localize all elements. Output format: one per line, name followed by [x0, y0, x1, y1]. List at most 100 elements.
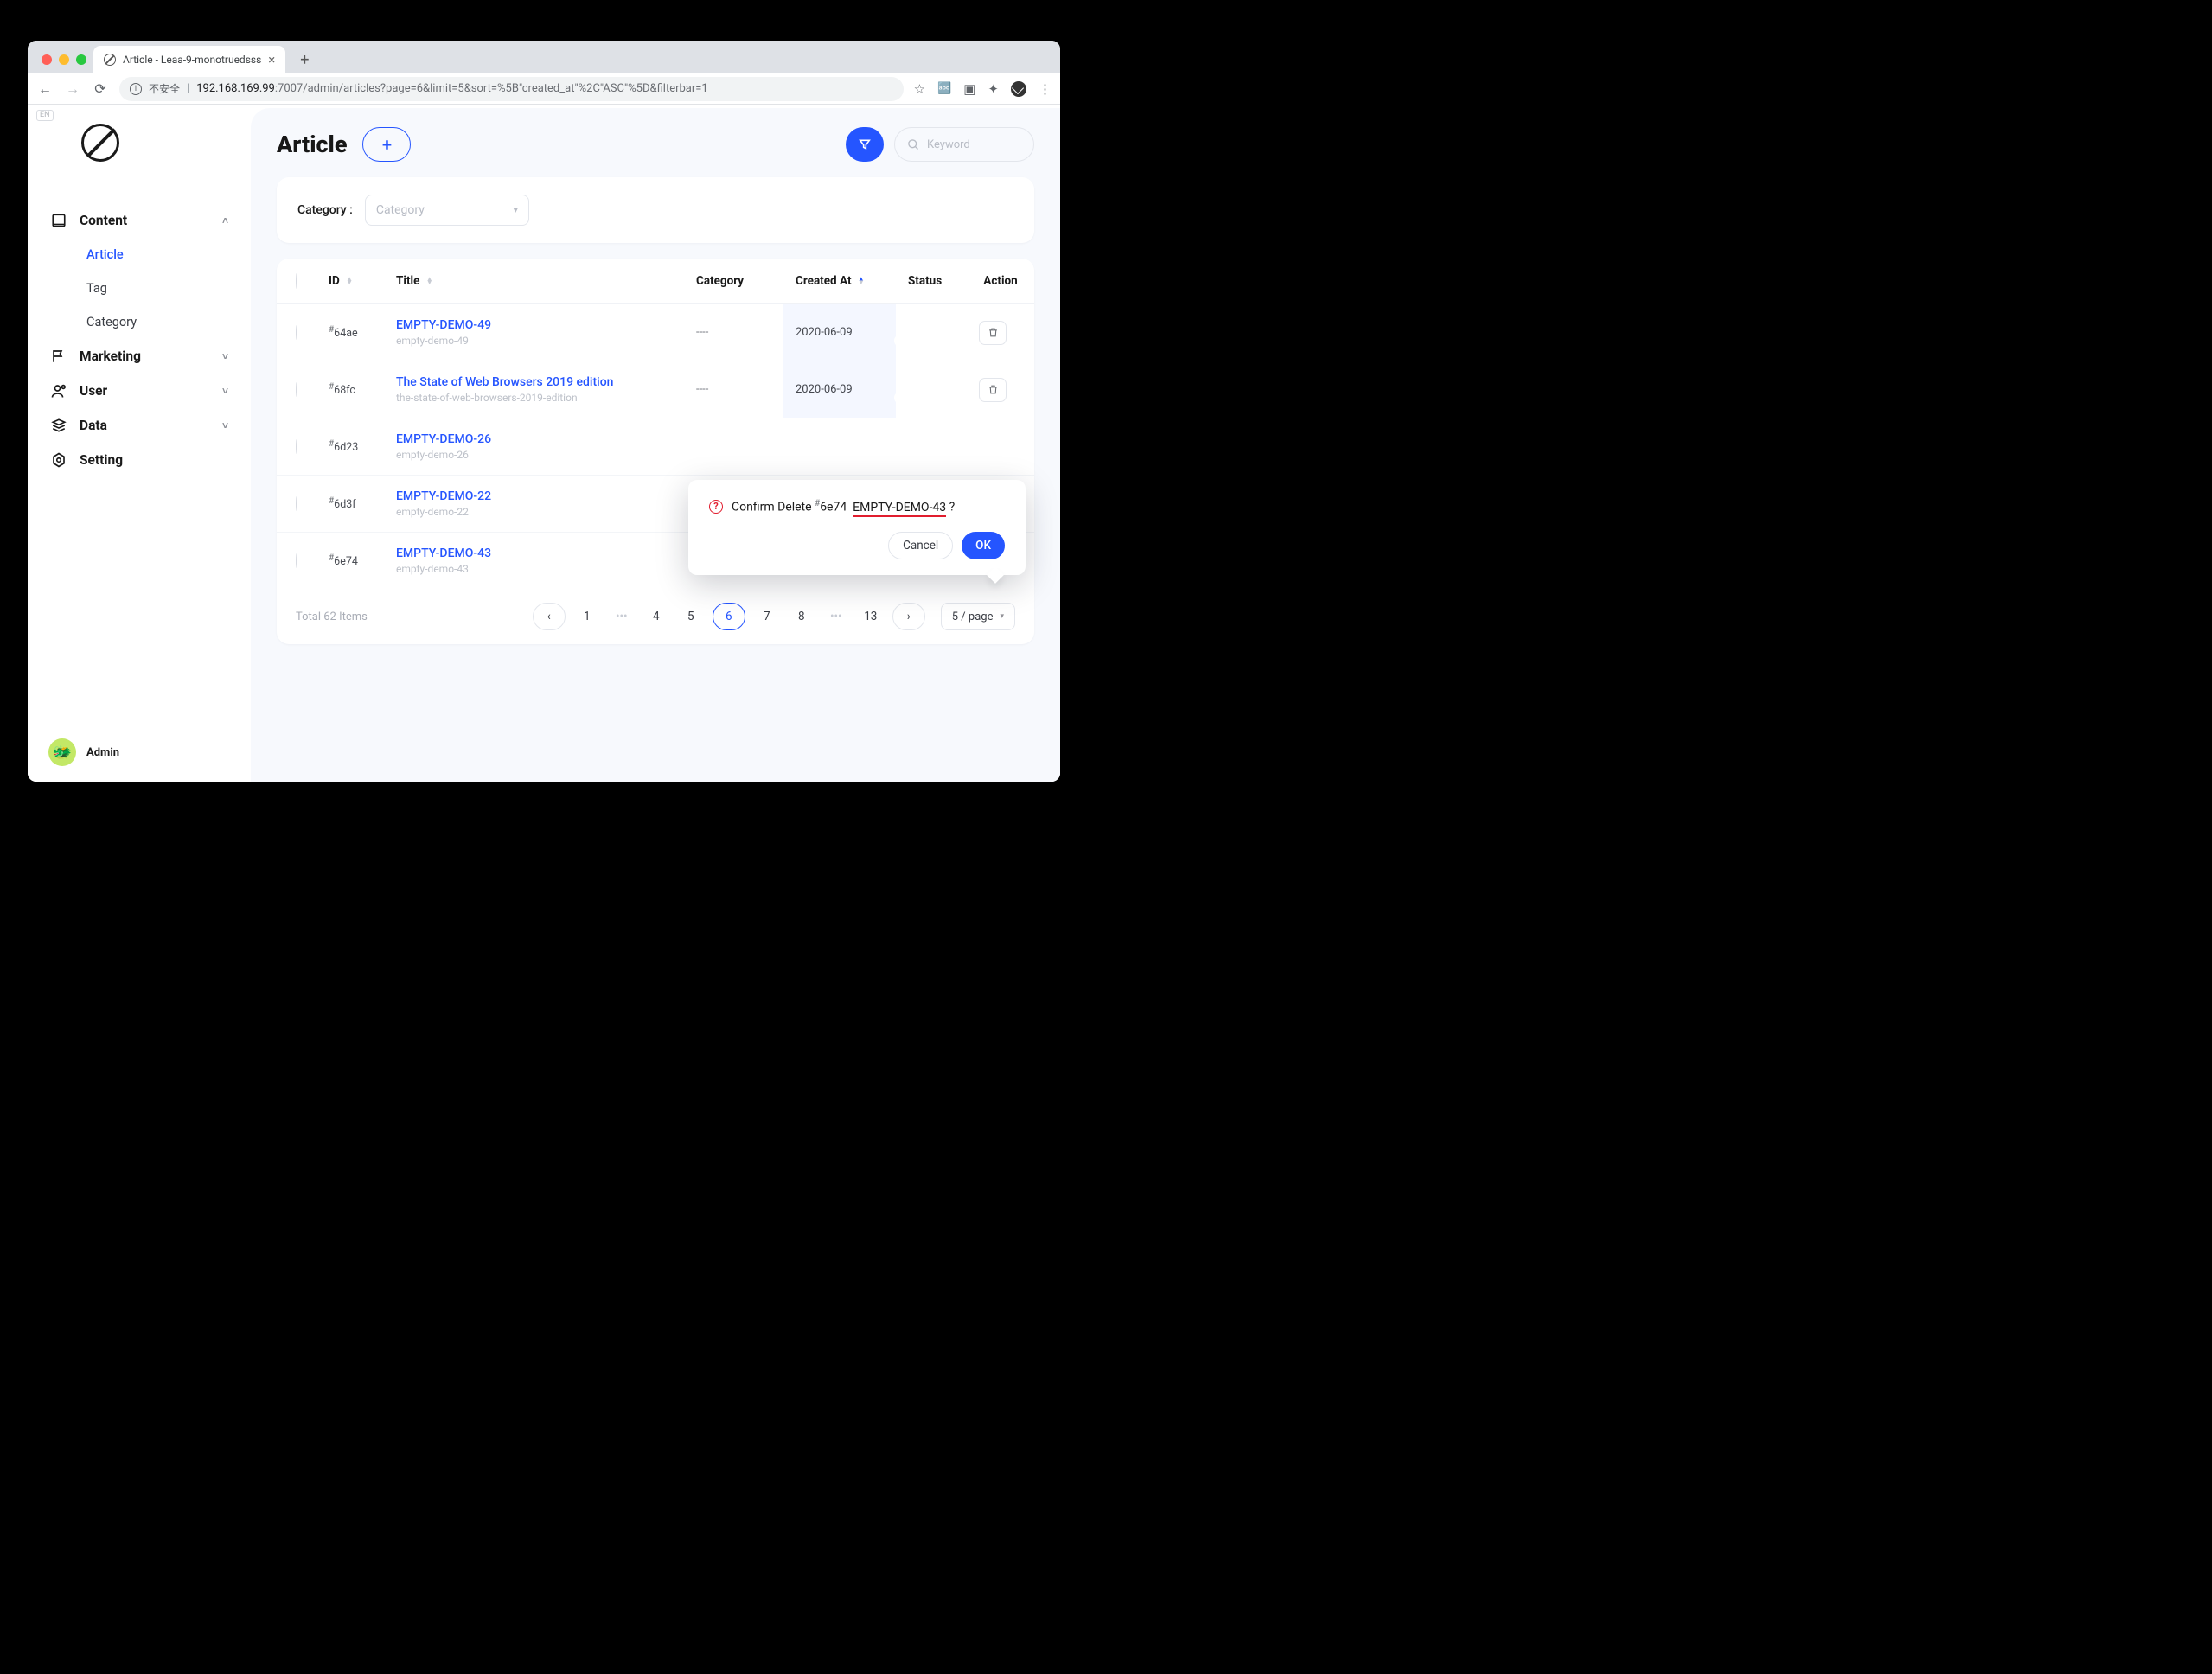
tab-title: Article - Leaa-9-monotruedsss	[123, 54, 261, 66]
confirm-text: Confirm Delete #6e74 EMPTY-DEMO-43 ?	[732, 499, 955, 514]
app-root: EN Content ˄ Article Tag Category	[28, 105, 1060, 782]
row-checkbox[interactable]	[296, 553, 297, 568]
row-title-cell: The State of Web Browsers 2019 editionth…	[384, 361, 684, 418]
menu-icon[interactable]: ⋮	[1039, 81, 1052, 97]
cancel-button[interactable]: Cancel	[888, 532, 953, 559]
sidebar-item-setting[interactable]: Setting	[38, 443, 240, 477]
column-category: Category	[684, 259, 783, 304]
chevron-down-icon: ▾	[1000, 612, 1004, 621]
maximize-window-icon[interactable]	[76, 54, 86, 65]
row-id: #68fc	[316, 361, 384, 418]
qr-extension-icon[interactable]: ▣	[963, 81, 975, 97]
category-select[interactable]: Category ▾	[365, 195, 529, 226]
reload-button[interactable]: ⟳	[92, 80, 109, 97]
sidebar-item-data[interactable]: Data ˅	[38, 408, 240, 443]
page-6[interactable]: 6	[713, 603, 745, 630]
language-badge[interactable]: EN	[36, 110, 54, 121]
row-id: #64ae	[316, 304, 384, 361]
chevron-down-icon: ˅	[222, 350, 228, 362]
table-row: #68fcThe State of Web Browsers 2019 edit…	[277, 361, 1034, 418]
sidebar-menu: Content ˄ Article Tag Category Marketing…	[28, 203, 251, 477]
close-window-icon[interactable]	[42, 54, 52, 65]
sidebar-item-label: Marketing	[80, 348, 141, 364]
column-action: Action	[967, 259, 1034, 304]
browser-tabbar: Article - Leaa-9-monotruedsss × +	[28, 41, 1060, 73]
close-tab-icon[interactable]: ×	[268, 52, 275, 67]
column-created[interactable]: Created At ▲▼	[783, 259, 896, 304]
user-name: Admin	[86, 746, 119, 759]
app-logo-icon[interactable]	[81, 124, 119, 162]
prev-page-button[interactable]: ‹	[533, 603, 566, 630]
row-title-cell: EMPTY-DEMO-49 empty-demo-49	[384, 304, 684, 361]
article-link[interactable]: EMPTY-DEMO-22	[396, 489, 672, 503]
avatar: 🐲	[48, 738, 76, 766]
row-created: 2020-06-09	[783, 304, 896, 361]
sidebar-item-category[interactable]: Category	[80, 305, 240, 339]
page-7[interactable]: 7	[754, 603, 780, 630]
search-input[interactable]: Keyword	[894, 127, 1034, 162]
sidebar-item-label: Setting	[80, 452, 123, 468]
row-title-cell: EMPTY-DEMO-43 empty-demo-43	[384, 533, 684, 590]
profile-extension-icon[interactable]	[1011, 81, 1026, 97]
row-title-cell: EMPTY-DEMO-22 empty-demo-22	[384, 476, 684, 533]
browser-window: Article - Leaa-9-monotruedsss × + ← → ⟳ …	[28, 41, 1060, 782]
translate-extension-icon[interactable]: 🔤	[937, 82, 951, 95]
article-link[interactable]: The State of Web Browsers 2019 edition	[396, 375, 672, 389]
column-title[interactable]: Title ▲▼	[384, 259, 684, 304]
site-info-icon[interactable]: i	[130, 83, 142, 95]
back-button[interactable]: ←	[36, 80, 54, 98]
row-action	[967, 418, 1034, 476]
select-all-checkbox[interactable]	[296, 273, 297, 289]
address-bar[interactable]: i 不安全 | 192.168.169.99:7007/admin/articl…	[119, 77, 904, 101]
extensions-icon[interactable]: ✦	[988, 81, 999, 97]
row-category: ----	[684, 304, 783, 361]
forward-button[interactable]: →	[64, 80, 81, 98]
page-size-select[interactable]: 5 / page▾	[941, 603, 1015, 630]
row-status	[896, 361, 967, 418]
delete-button[interactable]	[979, 378, 1007, 402]
ok-button[interactable]: OK	[962, 532, 1005, 559]
bookmark-icon[interactable]: ☆	[914, 81, 925, 97]
browser-tab[interactable]: Article - Leaa-9-monotruedsss ×	[93, 46, 285, 73]
page-4[interactable]: 4	[643, 603, 669, 630]
minimize-window-icon[interactable]	[59, 54, 69, 65]
sidebar-footer-user[interactable]: 🐲 Admin	[28, 723, 251, 782]
sidebar-item-article[interactable]: Article	[80, 238, 240, 272]
question-icon: ?	[709, 500, 723, 514]
delete-button[interactable]	[979, 321, 1007, 345]
article-link[interactable]: EMPTY-DEMO-49	[396, 318, 672, 332]
column-id[interactable]: ID ▲▼	[316, 259, 384, 304]
new-tab-button[interactable]: +	[292, 48, 316, 72]
filter-toggle-button[interactable]	[846, 127, 884, 162]
user-icon	[50, 382, 67, 399]
filter-icon	[858, 137, 872, 151]
article-link[interactable]: EMPTY-DEMO-26	[396, 432, 672, 446]
table-row: #6d23EMPTY-DEMO-26empty-demo-26	[277, 418, 1034, 476]
sidebar-item-user[interactable]: User ˅	[38, 374, 240, 408]
toolbar-icons: ☆ 🔤 ▣ ✦ ⋮	[914, 81, 1052, 97]
page-1[interactable]: 1	[574, 603, 600, 630]
pagination-ellipsis: •••	[823, 603, 849, 630]
row-checkbox[interactable]	[296, 325, 297, 340]
sidebar-item-tag[interactable]: Tag	[80, 272, 240, 305]
row-title-cell: EMPTY-DEMO-26empty-demo-26	[384, 418, 684, 476]
page-13[interactable]: 13	[858, 603, 884, 630]
submenu-content: Article Tag Category	[38, 238, 240, 339]
row-checkbox[interactable]	[296, 439, 297, 454]
article-link[interactable]: EMPTY-DEMO-43	[396, 546, 672, 560]
row-checkbox[interactable]	[296, 382, 297, 397]
next-page-button[interactable]: ›	[892, 603, 925, 630]
sort-icon: ▲▼	[858, 278, 865, 284]
add-button[interactable]: +	[362, 127, 411, 162]
row-created	[783, 418, 896, 476]
article-slug: empty-demo-22	[396, 506, 672, 518]
articles-table: ID ▲▼ Title ▲▼ Category Created At ▲▼	[277, 259, 1034, 644]
row-checkbox[interactable]	[296, 496, 297, 511]
article-slug: empty-demo-43	[396, 563, 672, 575]
sidebar-item-content[interactable]: Content ˄	[38, 203, 240, 238]
sidebar-item-label: User	[80, 383, 107, 399]
page-5[interactable]: 5	[678, 603, 704, 630]
article-slug: empty-demo-49	[396, 335, 672, 347]
sidebar-item-marketing[interactable]: Marketing ˅	[38, 339, 240, 374]
page-8[interactable]: 8	[789, 603, 815, 630]
